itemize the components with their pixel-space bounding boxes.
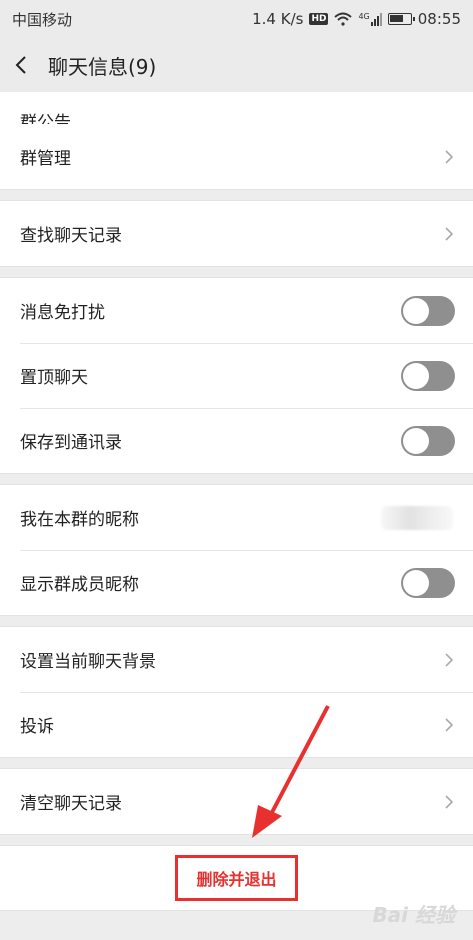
chevron-right-icon <box>443 224 455 244</box>
network-speed: 1.4 K/s <box>252 10 304 28</box>
status-bar: 中国移动 1.4 K/s HD 4G 08:55 <box>0 0 473 38</box>
section-toggles: 消息免打扰 置顶聊天 保存到通讯录 <box>0 277 473 474</box>
clear-history-label: 清空聊天记录 <box>20 794 122 814</box>
group-notice-label: 群公告 <box>20 113 71 124</box>
network-type-label: 4G <box>358 12 370 21</box>
list-item-clear-history[interactable]: 清空聊天记录 <box>0 769 473 834</box>
list-item-search-history[interactable]: 查找聊天记录 <box>0 201 473 266</box>
hd-icon: HD <box>309 13 329 25</box>
my-nickname-label: 我在本群的昵称 <box>20 510 139 530</box>
toggle-knob <box>403 427 429 454</box>
signal-icon: 4G <box>358 12 382 26</box>
list-item-show-nicknames: 显示群成员昵称 <box>0 550 473 615</box>
page-title: 聊天信息(9) <box>48 54 157 79</box>
show-nicknames-label: 显示群成员昵称 <box>20 575 139 595</box>
show-nicknames-toggle[interactable] <box>401 567 455 598</box>
section-nickname: 我在本群的昵称 显示群成员昵称 <box>0 484 473 616</box>
mute-label: 消息免打扰 <box>20 303 105 323</box>
delete-and-exit-button[interactable]: 删除并退出 <box>175 855 298 901</box>
chevron-right-icon <box>443 715 455 735</box>
chevron-right-icon <box>443 792 455 812</box>
nickname-value-blurred <box>381 505 453 530</box>
pin-label: 置顶聊天 <box>20 368 88 388</box>
save-contacts-toggle[interactable] <box>401 425 455 456</box>
list-item-group-notice[interactable]: 群公告 <box>0 92 473 124</box>
section-group-info: 群公告 群管理 <box>0 92 473 190</box>
battery-icon <box>387 13 415 25</box>
pin-toggle[interactable] <box>401 360 455 391</box>
clock-time: 08:55 <box>417 10 461 28</box>
wifi-icon <box>334 12 353 26</box>
back-arrow-icon[interactable] <box>14 53 34 77</box>
chevron-right-icon <box>443 650 455 670</box>
set-background-label: 设置当前聊天背景 <box>20 652 156 672</box>
complain-label: 投诉 <box>20 717 54 737</box>
watermark: Bai 经验 <box>372 903 455 927</box>
section-background: 设置当前聊天背景 投诉 <box>0 626 473 758</box>
nav-bar: 聊天信息(9) <box>0 38 473 92</box>
list-item-save-contacts: 保存到通讯录 <box>0 408 473 473</box>
chevron-right-icon <box>443 147 455 167</box>
list-item-group-manage[interactable]: 群管理 <box>0 124 473 189</box>
list-item-complain[interactable]: 投诉 <box>0 692 473 757</box>
group-manage-label: 群管理 <box>20 149 71 169</box>
carrier-name: 中国移动 <box>12 10 73 29</box>
save-contacts-label: 保存到通讯录 <box>20 433 122 453</box>
search-history-label: 查找聊天记录 <box>20 226 122 246</box>
status-indicators: 1.4 K/s HD 4G 08:55 <box>252 10 461 28</box>
mute-toggle[interactable] <box>401 295 455 326</box>
toggle-knob <box>403 362 429 389</box>
section-search: 查找聊天记录 <box>0 200 473 267</box>
list-item-pin: 置顶聊天 <box>0 343 473 408</box>
list-item-set-background[interactable]: 设置当前聊天背景 <box>0 627 473 692</box>
toggle-knob <box>403 569 429 596</box>
list-item-my-nickname[interactable]: 我在本群的昵称 <box>0 485 473 550</box>
section-clear: 清空聊天记录 <box>0 768 473 835</box>
toggle-knob <box>403 297 429 324</box>
settings-list: 群公告 群管理 查找聊天记录 消息免打扰 置顶聊天 保存到通讯录 我在本群的昵称… <box>0 92 473 911</box>
list-item-mute: 消息免打扰 <box>0 278 473 343</box>
